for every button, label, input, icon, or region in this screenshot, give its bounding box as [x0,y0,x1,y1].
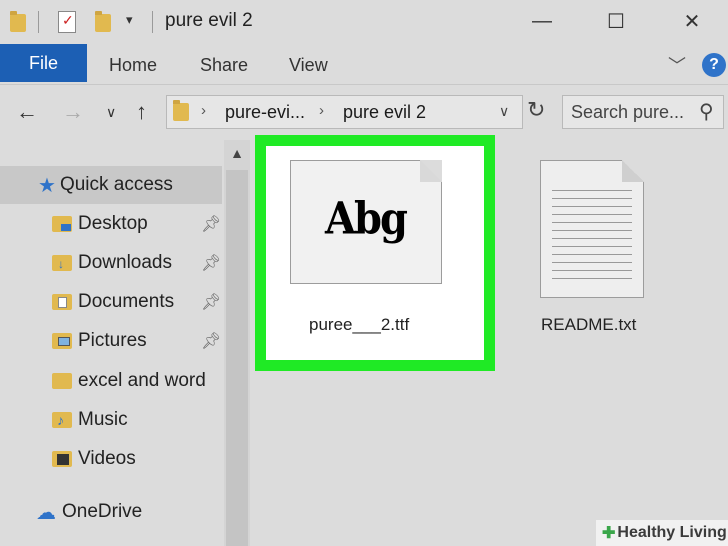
window-title: pure evil 2 [165,10,253,31]
videos-folder-icon [52,451,72,467]
text-line [552,238,632,239]
text-line [552,222,632,223]
sidebar-item-excel-and-word[interactable]: excel and word [52,364,206,398]
cloud-icon: ☁ [36,501,56,524]
forward-arrow-icon[interactable]: → [62,99,84,125]
sidebar-item-label: Music [78,409,128,430]
sidebar-item-label: excel and word [78,370,206,391]
watermark-text: Healthy Living [617,524,727,541]
new-folder-icon[interactable] [95,11,111,32]
breadcrumb-current[interactable]: pure evil 2 [343,102,426,123]
address-bar[interactable]: › pure-evi... › pure evil 2 ∨ [166,95,523,129]
expand-ribbon-icon[interactable]: ﹀ [668,52,686,78]
sidebar-item-label: Quick access [59,174,173,195]
text-line [552,198,632,199]
file-name[interactable]: puree___2.ttf [309,315,409,335]
downloads-folder-icon: ↓ [52,255,72,271]
pictures-folder-icon [52,333,72,349]
customize-toolbar-icon[interactable]: ▾ [126,12,133,28]
star-icon: ★ [38,174,56,197]
chevron-right-icon: › [319,102,324,119]
pin-icon[interactable]: 📌︎ [201,331,221,351]
text-line [552,190,632,191]
tab-home[interactable]: Home [109,55,157,76]
sidebar-item-label: Downloads [78,252,172,273]
up-arrow-icon[interactable]: ↑ [136,99,147,125]
sidebar-item-desktop[interactable]: Desktop [52,207,148,241]
close-button[interactable]: ✕ [672,6,712,36]
desktop-folder-icon [52,216,72,232]
page-fold [622,160,644,182]
text-line [552,214,632,215]
text-line [552,246,632,247]
pin-icon[interactable]: 📌︎ [201,292,221,312]
recent-locations-icon[interactable]: ∨ [106,104,116,121]
font-preview-glyph: Abg [325,192,408,245]
search-placeholder: Search pure... [571,102,685,122]
properties-icon[interactable]: ✓ [58,11,76,33]
music-folder-icon: ♪ [52,412,72,428]
sidebar-item-downloads[interactable]: ↓ Downloads [52,246,172,280]
chevron-right-icon: › [201,102,206,119]
text-line [552,278,632,279]
refresh-icon[interactable]: ↻ [527,97,545,123]
scroll-up-icon[interactable]: ▲ [224,140,250,166]
sidebar-item-quick-access[interactable]: ★ Quick access [38,168,173,202]
sidebar-item-onedrive[interactable]: ☁ OneDrive [36,495,142,529]
minimize-button[interactable]: — [522,6,562,36]
search-input[interactable]: Search pure... ⚲ [562,95,724,129]
watermark-logo: ✚ Healthy Living [596,520,728,546]
maximize-button[interactable]: ☐ [596,6,636,36]
sidebar-item-pictures[interactable]: Pictures [52,324,147,358]
sidebar-item-documents[interactable]: Documents [52,285,174,319]
pin-icon[interactable]: 📌︎ [201,214,221,234]
tab-file[interactable]: File [0,44,87,82]
text-line [552,262,632,263]
divider [38,11,39,33]
tab-view[interactable]: View [289,55,328,76]
sidebar-item-label: Desktop [78,213,148,234]
sidebar-item-label: Videos [78,448,136,469]
text-line [552,230,632,231]
sidebar-item-label: Pictures [78,330,147,351]
back-arrow-icon[interactable]: ← [16,99,38,125]
breadcrumb-parent[interactable]: pure-evi... [225,102,305,123]
sidebar-item-label: Documents [78,291,175,312]
help-button[interactable]: ? [702,53,726,77]
page-fold [420,160,442,182]
search-icon[interactable]: ⚲ [699,99,714,124]
text-line [552,206,632,207]
folder-icon [52,373,72,389]
pin-icon[interactable]: 📌︎ [201,253,221,273]
file-name[interactable]: README.txt [541,315,636,335]
address-dropdown-icon[interactable]: ∨ [499,103,509,120]
sidebar-item-label: OneDrive [62,501,143,522]
plus-icon: ✚ [602,525,616,542]
folder-icon [173,100,189,121]
tab-share[interactable]: Share [200,55,248,76]
sidebar-item-videos[interactable]: Videos [52,442,136,476]
text-line [552,270,632,271]
scrollbar-thumb[interactable] [226,170,248,546]
text-line [552,254,632,255]
documents-folder-icon [52,294,72,310]
folder-icon [10,11,26,32]
title-bar: ✓ ▾ pure evil 2 — ☐ ✕ [0,0,728,44]
sidebar-item-music[interactable]: ♪ Music [52,403,128,437]
divider [152,11,153,33]
